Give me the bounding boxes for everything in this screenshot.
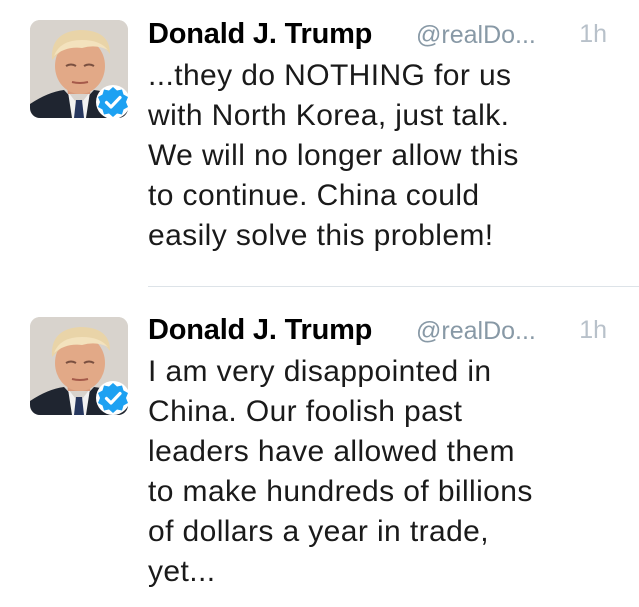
divider [148, 286, 639, 287]
verified-badge-icon [95, 84, 131, 120]
author-name[interactable]: Donald J. Trump [148, 312, 372, 348]
tweet-header: Donald J. Trump @realDo... 1h [148, 16, 617, 52]
tweet[interactable]: Donald J. Trump @realDo... 1h I am very … [0, 288, 639, 607]
tweet[interactable]: Donald J. Trump @realDo... 1h ...they do… [0, 0, 639, 287]
author-handle[interactable]: @realDo... [416, 17, 536, 53]
tweet-text: ...they do NOTHING for us with North Kor… [148, 59, 519, 252]
tweet-header: Donald J. Trump @realDo... 1h [148, 312, 617, 348]
author-handle[interactable]: @realDo... [416, 313, 536, 349]
verified-badge-icon [95, 380, 131, 416]
timestamp[interactable]: 1h [579, 16, 607, 52]
author-name[interactable]: Donald J. Trump [148, 16, 372, 52]
timestamp[interactable]: 1h [579, 312, 607, 348]
tweet-text: I am very disappointed in China. Our foo… [148, 355, 533, 588]
